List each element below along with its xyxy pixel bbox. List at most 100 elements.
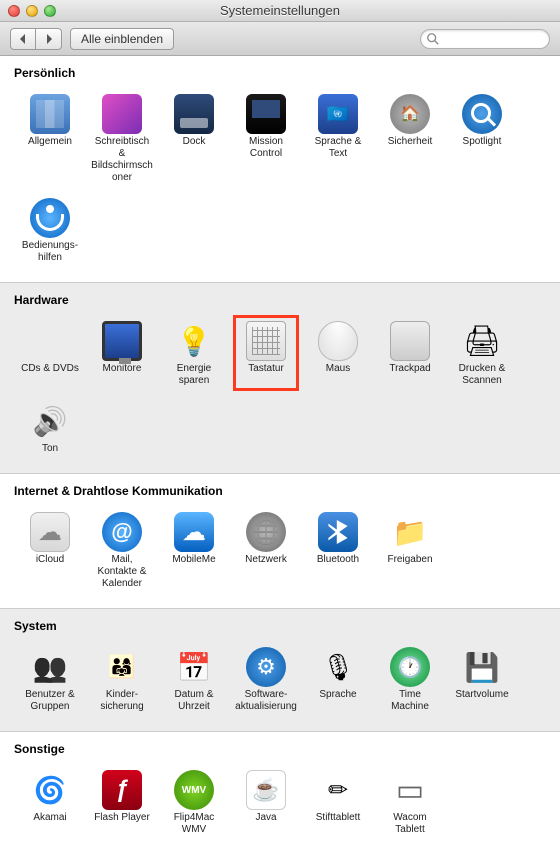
mouse-icon	[318, 321, 358, 361]
speech-icon	[318, 647, 358, 687]
mobileme-icon	[174, 512, 214, 552]
datetime-icon	[174, 647, 214, 687]
pref-mail[interactable]: Mail, Kontakte & Kalender	[89, 506, 155, 594]
pref-startup[interactable]: Startvolume	[449, 641, 515, 717]
nav-segment	[10, 28, 62, 50]
section-title-internet: Internet & Drahtlose Kommunikation	[14, 484, 546, 498]
section-personal: Persönlich Allgemein Schreibtisch & Bildsc…	[0, 56, 560, 282]
section-internet: Internet & Drahtlose Kommunikation iCloud…	[0, 473, 560, 608]
back-button[interactable]	[10, 28, 36, 50]
keyboard-label: Tastatur	[248, 363, 284, 375]
pref-sharing[interactable]: Freigaben	[377, 506, 443, 594]
pref-parental[interactable]: Kinder-sicherung	[89, 641, 155, 717]
mission-control-label: Mission Control	[235, 136, 297, 160]
section-hardware: HardwareCDs & DVDsMonitoreEnergie sparen…	[0, 282, 560, 473]
accessibility-icon	[30, 198, 70, 238]
pref-java[interactable]: Java	[233, 764, 299, 840]
dock-label: Dock	[183, 136, 206, 148]
bluetooth-icon	[318, 512, 358, 552]
section-title-system: System	[14, 619, 546, 633]
pref-dock[interactable]: Dock	[161, 88, 227, 188]
swupdate-icon	[246, 647, 286, 687]
mail-label: Mail, Kontakte & Kalender	[91, 554, 153, 590]
pref-speech[interactable]: Sprache	[305, 641, 371, 717]
pref-stylus[interactable]: Stifttablett	[305, 764, 371, 840]
section-title-other: Sonstige	[14, 742, 546, 756]
language-label: Sprache & Text	[307, 136, 369, 160]
startup-icon	[462, 647, 502, 687]
stylus-icon	[318, 770, 358, 810]
pref-swupdate[interactable]: Software-aktualisierung	[233, 641, 299, 717]
search-wrap	[420, 29, 550, 49]
pref-accessibility[interactable]: Bedienungs-hilfen	[17, 192, 83, 268]
show-all-button[interactable]: Alle einblenden	[70, 28, 174, 50]
pref-timemachine[interactable]: Time Machine	[377, 641, 443, 717]
java-icon	[246, 770, 286, 810]
pref-keyboard[interactable]: Tastatur	[233, 315, 299, 391]
speech-label: Sprache	[319, 689, 356, 701]
pref-datetime[interactable]: Datum & Uhrzeit	[161, 641, 227, 717]
users-label: Benutzer & Gruppen	[19, 689, 81, 713]
search-icon	[426, 32, 440, 46]
flip4mac-icon	[174, 770, 214, 810]
sharing-label: Freigaben	[387, 554, 432, 566]
users-icon	[30, 647, 70, 687]
zoom-window-button[interactable]	[44, 5, 56, 17]
pref-bluetooth[interactable]: Bluetooth	[305, 506, 371, 594]
pref-energy[interactable]: Energie sparen	[161, 315, 227, 391]
section-title-personal: Persönlich	[14, 66, 546, 80]
pref-wacom[interactable]: Wacom Tablett	[377, 764, 443, 840]
mail-icon	[102, 512, 142, 552]
pref-icloud[interactable]: iCloud	[17, 506, 83, 594]
pref-language[interactable]: Sprache & Text	[305, 88, 371, 188]
pref-mission-control[interactable]: Mission Control	[233, 88, 299, 188]
dock-icon	[174, 94, 214, 134]
general-label: Allgemein	[28, 136, 72, 148]
titlebar: Systemeinstellungen	[0, 0, 560, 22]
pref-desktop[interactable]: Schreibtisch & Bildschirmschoner	[89, 88, 155, 188]
icloud-label: iCloud	[36, 554, 64, 566]
icloud-icon	[30, 512, 70, 552]
pref-sound[interactable]: Ton	[17, 395, 83, 459]
print-label: Drucken & Scannen	[451, 363, 513, 387]
flash-label: Flash Player	[94, 812, 150, 824]
close-window-button[interactable]	[8, 5, 20, 17]
pref-cds-dvds[interactable]: CDs & DVDs	[17, 315, 83, 391]
security-label: Sicherheit	[388, 136, 432, 148]
minimize-window-button[interactable]	[26, 5, 38, 17]
pref-displays[interactable]: Monitore	[89, 315, 155, 391]
pref-akamai[interactable]: Akamai	[17, 764, 83, 840]
pref-flash[interactable]: Flash Player	[89, 764, 155, 840]
pref-trackpad[interactable]: Trackpad	[377, 315, 443, 391]
mobileme-label: MobileMe	[172, 554, 215, 566]
toolbar: Alle einblenden	[0, 22, 560, 56]
pref-flip4mac[interactable]: Flip4Mac WMV	[161, 764, 227, 840]
energy-icon	[174, 321, 214, 361]
grid-internet: iCloud Mail, Kontakte & Kalender MobileMe N…	[14, 504, 546, 596]
grid-system: Benutzer & Gruppen Kinder-sicherung Datum …	[14, 639, 546, 719]
pref-users[interactable]: Benutzer & Gruppen	[17, 641, 83, 717]
flash-icon	[102, 770, 142, 810]
grid-hardware: CDs & DVDs Monitore Energie sparen Tastatur…	[14, 313, 546, 461]
grid-personal: Allgemein Schreibtisch & Bildschirmschone…	[14, 86, 546, 270]
sound-icon	[30, 401, 70, 441]
displays-label: Monitore	[103, 363, 142, 375]
pref-print[interactable]: Drucken & Scannen	[449, 315, 515, 391]
cds-dvds-icon	[30, 321, 70, 361]
pref-security[interactable]: Sicherheit	[377, 88, 443, 188]
general-icon	[30, 94, 70, 134]
print-icon	[462, 321, 502, 361]
desktop-label: Schreibtisch & Bildschirmschoner	[91, 136, 153, 184]
pref-mouse[interactable]: Maus	[305, 315, 371, 391]
window-title: Systemeinstellungen	[0, 3, 560, 18]
datetime-label: Datum & Uhrzeit	[163, 689, 225, 713]
pref-spotlight[interactable]: Spotlight	[449, 88, 515, 188]
pref-mobileme[interactable]: MobileMe	[161, 506, 227, 594]
bluetooth-label: Bluetooth	[317, 554, 359, 566]
java-label: Java	[255, 812, 276, 824]
forward-button[interactable]	[36, 28, 62, 50]
wacom-label: Wacom Tablett	[379, 812, 441, 836]
pref-general[interactable]: Allgemein	[17, 88, 83, 188]
accessibility-label: Bedienungs-hilfen	[19, 240, 81, 264]
pref-network[interactable]: Netzwerk	[233, 506, 299, 594]
